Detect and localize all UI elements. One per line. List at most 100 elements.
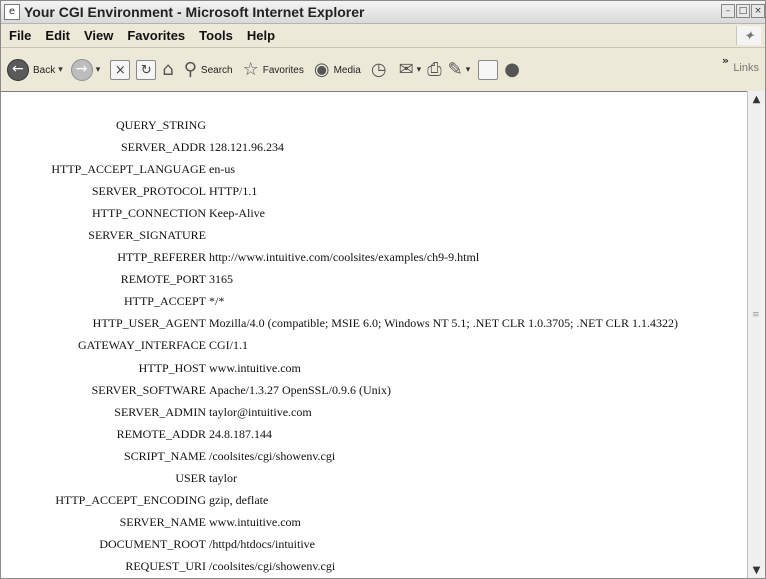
- toolbar-overflow-chevron-icon[interactable]: »: [722, 54, 729, 67]
- forward-button[interactable]: ▾: [70, 59, 101, 81]
- env-key: REMOTE_PORT: [120, 272, 206, 287]
- page-content: QUERY_STRING SERVER_ADDR 128.121.96.234 HTT…: [1, 91, 749, 578]
- table-row: SERVER_SIGNATURE: [1, 224, 678, 246]
- menu-edit[interactable]: Edit: [38, 28, 77, 43]
- menu-favorites[interactable]: Favorites: [120, 28, 192, 43]
- favorites-star-icon: ☆: [242, 59, 259, 80]
- messenger-icon: ●: [504, 59, 520, 80]
- search-label: Search: [200, 64, 233, 76]
- table-row: SERVER_NAME www.intuitive.com: [1, 512, 678, 534]
- table-row: HTTP_ACCEPT_LANGUAGE en-us: [1, 158, 678, 180]
- menu-bar: File Edit View Favorites Tools Help ✦: [1, 24, 765, 48]
- table-row: HTTP_REFERER http://www.intuitive.com/coo…: [1, 247, 678, 269]
- edit-dropdown-icon[interactable]: ▾: [466, 65, 471, 75]
- edit-icon: ✎: [447, 59, 463, 80]
- env-value: /coolsites/cgi/showenv.cgi: [209, 559, 336, 574]
- env-key: SERVER_NAME: [119, 515, 206, 530]
- env-value: taylor@intuitive.com: [209, 404, 312, 419]
- browser-window: e Your CGI Environment - Microsoft Inter…: [0, 0, 766, 579]
- messenger-button[interactable]: ●: [504, 59, 520, 81]
- mail-button[interactable]: ✉ ▾: [399, 59, 422, 81]
- table-row: HTTP_ACCEPT_ENCODING gzip, deflate: [1, 490, 678, 512]
- stop-button[interactable]: ×: [110, 60, 131, 80]
- env-key: SCRIPT_NAME: [123, 448, 206, 463]
- table-row: GATEWAY_INTERFACE CGI/1.1: [1, 335, 678, 357]
- table-row: HTTP_CONNECTION Keep-Alive: [1, 202, 678, 224]
- env-value: HTTP/1.1: [209, 183, 258, 198]
- discuss-button[interactable]: [478, 60, 499, 80]
- print-button[interactable]: ⎙: [427, 59, 441, 81]
- table-row: HTTP_ACCEPT */*: [1, 291, 678, 313]
- env-value: /httpd/htdocs/intuitive: [209, 537, 315, 552]
- env-key: REQUEST_URI: [125, 559, 206, 574]
- env-value: 24.8.187.144: [209, 426, 272, 441]
- table-row: QUERY_STRING: [1, 114, 678, 136]
- table-row: SERVER_PROTOCOL HTTP/1.1: [1, 180, 678, 202]
- mail-icon: ✉: [398, 59, 414, 80]
- back-dropdown-icon[interactable]: ▾: [58, 65, 63, 75]
- standard-toolbar: Back ▾ ▾ × ↻ ⌂ ⚲ Search ☆ Favorites ◉ Me…: [1, 48, 765, 93]
- maximize-icon[interactable]: □: [736, 4, 750, 18]
- env-value: www.intuitive.com: [209, 515, 301, 530]
- menu-view[interactable]: View: [77, 28, 120, 43]
- env-value: www.intuitive.com: [209, 360, 301, 375]
- scroll-down-icon[interactable]: ▼: [748, 564, 765, 578]
- close-icon[interactable]: ×: [751, 4, 765, 18]
- env-key: SERVER_SIGNATURE: [88, 228, 206, 243]
- env-value: en-us: [209, 161, 235, 176]
- scroll-up-icon[interactable]: ▲: [748, 93, 765, 107]
- stop-icon: ×: [110, 60, 131, 80]
- refresh-button[interactable]: ↻: [136, 60, 157, 80]
- favorites-button[interactable]: ☆ Favorites: [243, 59, 304, 81]
- windows-flag-icon: ✦: [736, 26, 761, 45]
- env-value: [209, 114, 678, 136]
- env-value: 128.121.96.234: [209, 139, 284, 154]
- media-button[interactable]: ◉ Media: [314, 59, 361, 81]
- table-row: SERVER_ADMIN taylor@intuitive.com: [1, 401, 678, 423]
- scroll-grip-icon: ≡: [752, 310, 760, 320]
- env-key: HTTP_USER_AGENT: [92, 316, 206, 331]
- env-value: [209, 224, 678, 246]
- history-button[interactable]: ◷: [371, 59, 387, 81]
- env-value: 3165: [209, 272, 233, 287]
- media-label: Media: [333, 64, 361, 76]
- window-title: Your CGI Environment - Microsoft Interne…: [24, 4, 365, 20]
- window-controls: – □ ×: [721, 4, 765, 18]
- forward-arrow-icon: [70, 59, 93, 81]
- edit-button[interactable]: ✎ ▾: [448, 59, 471, 81]
- env-key: GATEWAY_INTERFACE: [78, 338, 206, 353]
- home-button[interactable]: ⌂: [162, 59, 173, 81]
- env-key: HTTP_ACCEPT_ENCODING: [55, 493, 206, 508]
- env-key: USER: [175, 471, 206, 486]
- menu-file[interactable]: File: [1, 28, 38, 43]
- history-icon: ◷: [370, 59, 387, 80]
- env-key: HTTP_ACCEPT: [123, 294, 206, 309]
- env-key: QUERY_STRING: [115, 117, 206, 132]
- env-key: SERVER_ADMIN: [114, 404, 206, 419]
- minimize-icon[interactable]: –: [721, 4, 735, 18]
- env-value: CGI/1.1: [209, 338, 248, 353]
- menu-tools[interactable]: Tools: [192, 28, 240, 43]
- table-row: SERVER_ADDR 128.121.96.234: [1, 136, 678, 158]
- search-button[interactable]: ⚲ Search: [184, 59, 233, 81]
- vertical-scrollbar[interactable]: ▲ ≡ ▼: [747, 91, 765, 578]
- print-icon: ⎙: [427, 59, 442, 80]
- environment-table-body: QUERY_STRING SERVER_ADDR 128.121.96.234 HTT…: [1, 114, 678, 578]
- search-icon: ⚲: [183, 59, 197, 80]
- menu-help[interactable]: Help: [240, 28, 282, 43]
- links-toolbar[interactable]: Links: [733, 62, 759, 74]
- back-button[interactable]: Back ▾: [7, 59, 63, 81]
- table-row: SERVER_SOFTWARE Apache/1.3.27 OpenSSL/0.9…: [1, 379, 678, 401]
- home-icon: ⌂: [162, 59, 174, 80]
- ie-page-icon: e: [4, 4, 20, 20]
- back-label: Back: [33, 64, 56, 76]
- mail-dropdown-icon[interactable]: ▾: [417, 65, 422, 75]
- discuss-icon: [478, 60, 499, 80]
- env-key: HTTP_CONNECTION: [92, 205, 206, 220]
- table-row: REMOTE_ADDR 24.8.187.144: [1, 423, 678, 445]
- env-key: SERVER_ADDR: [120, 139, 206, 154]
- env-key: REMOTE_ADDR: [116, 426, 206, 441]
- forward-dropdown-icon[interactable]: ▾: [96, 65, 101, 75]
- table-row: HTTP_HOST www.intuitive.com: [1, 357, 678, 379]
- environment-table: QUERY_STRING SERVER_ADDR 128.121.96.234 HTT…: [1, 114, 678, 578]
